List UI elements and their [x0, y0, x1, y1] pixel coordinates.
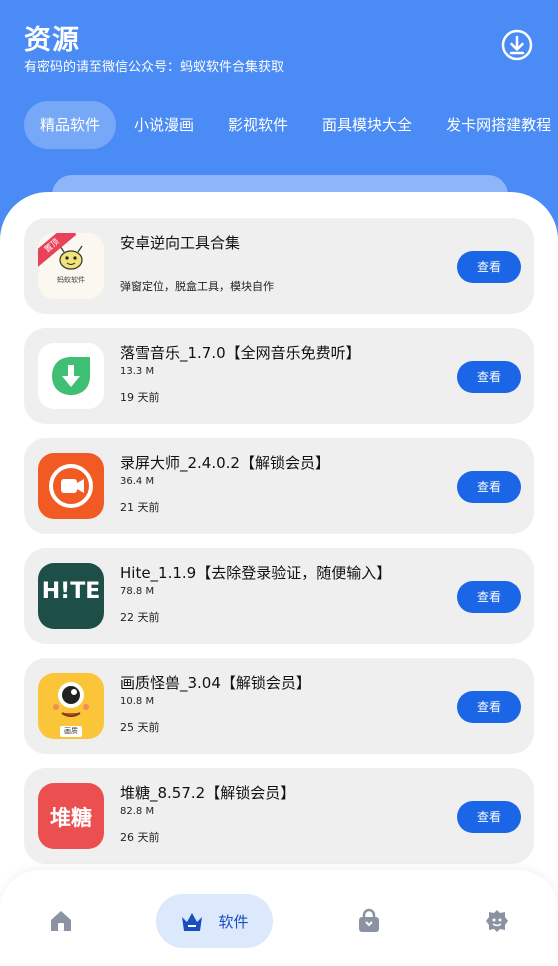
app-name: 录屏大师_2.4.0.2【解锁会员】 — [120, 454, 330, 472]
icon-caption: 蚂蚁软件 — [57, 276, 85, 284]
bottom-navigation: 软件 — [0, 870, 558, 966]
view-button[interactable]: 查看 — [457, 471, 521, 503]
app-name: 安卓逆向工具合集 — [120, 234, 241, 252]
ant-logo-icon: 蚂蚁软件 置顶 — [38, 233, 104, 299]
app-size: 78.8 M — [120, 586, 155, 597]
list-item[interactable]: 录屏大师_2.4.0.2【解锁会员】 36.4 M 21 天前 查看 — [24, 438, 534, 534]
view-button[interactable]: 查看 — [457, 581, 521, 613]
app-date: 19 天前 — [120, 391, 160, 404]
app-description: 弹窗定位，脱盒工具，模块自作 — [120, 280, 274, 293]
app-name: 堆糖_8.57.2【解锁会员】 — [120, 784, 296, 802]
nav-home[interactable] — [32, 894, 90, 948]
monster-face-icon: 画质 — [38, 673, 104, 739]
icon-caption: 堆糖 — [50, 806, 92, 830]
home-icon — [51, 911, 71, 931]
list-item[interactable]: 蚂蚁软件 置顶 安卓逆向工具合集 弹窗定位，脱盒工具，模块自作 查看 — [24, 218, 534, 314]
page-title: 资源 — [24, 25, 80, 56]
view-button[interactable]: 查看 — [457, 251, 521, 283]
tab-card-site-tutorial[interactable]: 发卡网搭建教程 — [430, 101, 558, 149]
icon-caption: 画质 — [60, 726, 82, 737]
app-size: 82.8 M — [120, 806, 155, 817]
view-button[interactable]: 查看 — [457, 801, 521, 833]
app-size: 10.8 M — [120, 696, 155, 707]
music-download-icon — [38, 343, 104, 409]
list-item[interactable]: H!TE Hite_1.1.9【去除登录验证，随便输入】 78.8 M 22 天… — [24, 548, 534, 644]
app-list-panel: 蚂蚁软件 置顶 安卓逆向工具合集 弹窗定位，脱盒工具，模块自作 查看 落雪音乐_… — [0, 192, 558, 966]
nav-software[interactable]: 软件 — [156, 894, 273, 948]
nav-software-label: 软件 — [218, 912, 249, 931]
app-name: Hite_1.1.9【去除登录验证，随便输入】 — [120, 564, 392, 582]
screen-recorder-icon — [38, 453, 104, 519]
tab-video-software[interactable]: 影视软件 — [212, 101, 304, 149]
category-tabs: 精品软件 小说漫画 影视软件 面具模块大全 发卡网搭建教程 — [24, 101, 558, 149]
app-name: 落雪音乐_1.7.0【全网音乐免费听】 — [120, 344, 361, 362]
view-button[interactable]: 查看 — [457, 691, 521, 723]
app-name: 画质怪兽_3.04【解锁会员】 — [120, 674, 311, 692]
shopping-bag-icon — [359, 908, 379, 932]
list-item[interactable]: 落雪音乐_1.7.0【全网音乐免费听】 13.3 M 19 天前 查看 — [24, 328, 534, 424]
software-crown-icon — [182, 913, 203, 931]
hite-logo-icon: H!TE — [38, 563, 104, 629]
tab-featured-software[interactable]: 精品软件 — [24, 101, 117, 149]
view-button[interactable]: 查看 — [457, 361, 521, 393]
tab-novels-comics[interactable]: 小说漫画 — [118, 101, 210, 149]
list-item[interactable]: 画质 画质怪兽_3.04【解锁会员】 10.8 M 25 天前 查看 — [24, 658, 534, 754]
app-size: 13.3 M — [120, 366, 155, 377]
app-size: 36.4 M — [120, 476, 155, 487]
download-circle-icon[interactable] — [500, 28, 534, 62]
page-subtitle: 有密码的请至微信公众号：蚂蚁软件合集获取 — [24, 60, 285, 75]
list-item[interactable]: 堆糖 堆糖_8.57.2【解锁会员】 82.8 M 26 天前 查看 — [24, 768, 534, 864]
app-date: 26 天前 — [120, 831, 160, 844]
nav-profile[interactable] — [468, 894, 526, 948]
app-date: 25 天前 — [120, 721, 160, 734]
nav-shop[interactable] — [340, 894, 398, 948]
tab-magisk-modules[interactable]: 面具模块大全 — [306, 101, 428, 149]
icon-caption: H!TE — [41, 579, 101, 604]
app-date: 21 天前 — [120, 501, 160, 514]
duitang-logo-icon: 堆糖 — [38, 783, 104, 849]
app-date: 22 天前 — [120, 611, 160, 624]
profile-face-icon — [486, 910, 508, 932]
